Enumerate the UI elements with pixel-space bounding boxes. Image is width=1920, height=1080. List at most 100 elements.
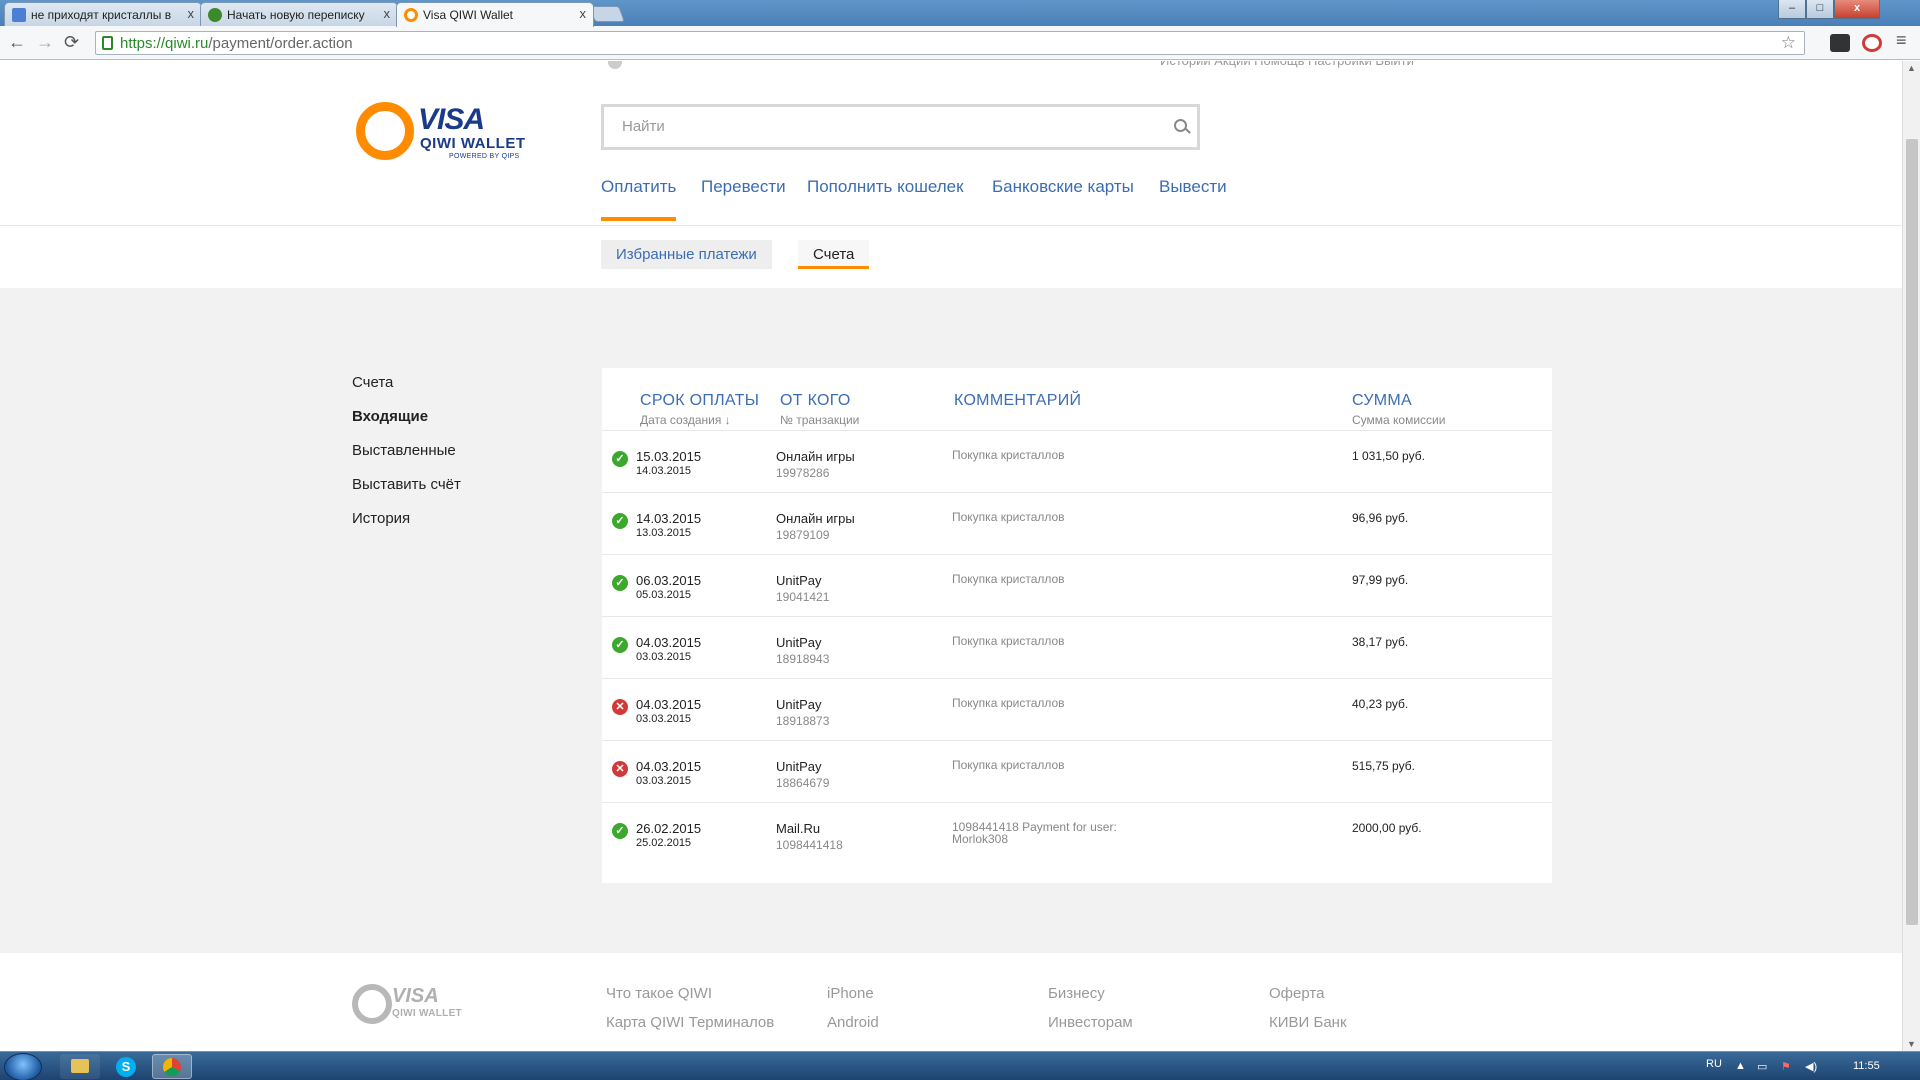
scroll-up-icon[interactable]: ▲	[1907, 63, 1916, 73]
header-title: КОММЕНТАРИЙ	[954, 392, 1082, 409]
table-row[interactable]: ✕ 04.03.2015 03.03.2015 UnitPay 18864679 Поку…	[602, 740, 1552, 802]
footer-link-iphone[interactable]: iPhone	[827, 985, 874, 1002]
search-icon[interactable]	[1174, 119, 1187, 132]
table-row[interactable]: ✓ 06.03.2015 05.03.2015 UnitPay 19041421 Поку…	[602, 554, 1552, 616]
payee-name: Онлайн игры	[776, 511, 855, 526]
table-row[interactable]: ✓ 04.03.2015 03.03.2015 UnitPay 18918943 Поку…	[602, 616, 1552, 678]
side-item-incoming[interactable]: Входящие	[352, 408, 461, 442]
footer-link-investors[interactable]: Инвесторам	[1048, 1014, 1133, 1031]
tab-title: Visa QIWI Wallet	[423, 8, 514, 22]
tab-close-icon[interactable]: x	[188, 6, 195, 21]
top-user-menu-cut[interactable]: Историй Акции Помощь Настройки Выйти	[1160, 61, 1414, 69]
visa-qiwi-wallet-logo[interactable]: VISA QIWI WALLET POWERED BY QIPS	[356, 99, 531, 163]
logo-visa-text: VISA	[418, 103, 485, 136]
side-item-create-invoice[interactable]: Выставить счёт	[352, 476, 461, 510]
table-row[interactable]: ✕ 04.03.2015 03.03.2015 UnitPay 18918873 Поку…	[602, 678, 1552, 740]
chrome-icon	[163, 1058, 181, 1076]
side-item-invoices[interactable]: Счета	[352, 374, 461, 408]
browser-tab-2[interactable]: Начать новую переписку x	[200, 2, 398, 26]
nav-pay[interactable]: Оплатить	[601, 177, 677, 221]
tab-invoices[interactable]: Счета	[798, 240, 870, 269]
page-scrollbar[interactable]: ▲ ▼	[1902, 61, 1920, 1051]
header-divider	[0, 225, 1902, 226]
nav-transfer[interactable]: Перевести	[701, 177, 786, 197]
side-item-issued[interactable]: Выставленные	[352, 442, 461, 476]
maximize-button[interactable]: □	[1806, 0, 1834, 19]
paid-check-icon: ✓	[612, 637, 628, 653]
language-indicator[interactable]: RU	[1706, 1058, 1722, 1070]
due-date: 04.03.2015	[636, 759, 702, 774]
start-button[interactable]	[4, 1053, 42, 1080]
back-icon[interactable]: ←	[8, 32, 26, 53]
transaction-number: 18918943	[776, 652, 830, 666]
chrome-menu-icon[interactable]: ≡	[1896, 30, 1907, 51]
due-date: 14.03.2015	[636, 511, 702, 526]
browser-tab-1[interactable]: не приходят кристаллы в x	[4, 2, 202, 26]
amount: 97,99 руб.	[1352, 573, 1409, 587]
forum-favicon-icon	[208, 8, 222, 22]
adblock-extension-icon[interactable]	[1862, 34, 1882, 52]
footer-link-what-is-qiwi[interactable]: Что такое QIWI	[606, 985, 712, 1002]
table-row[interactable]: ✓ 14.03.2015 13.03.2015 Онлайн игры 19879109…	[602, 492, 1552, 554]
header-subtitle: Дата создания ↓	[640, 413, 731, 427]
nav-topup[interactable]: Пополнить кошелек	[807, 177, 964, 197]
tab-close-icon[interactable]: x	[384, 6, 391, 21]
explorer-taskbar-button[interactable]	[60, 1054, 100, 1079]
footer-link-kiwi-bank[interactable]: КИВИ Банк	[1269, 1014, 1347, 1031]
tab-favorite-payments[interactable]: Избранные платежи	[601, 240, 772, 269]
volume-icon[interactable]: ◀)	[1805, 1060, 1817, 1073]
footer-logo[interactable]: VISA QIWI WALLET	[352, 984, 472, 1030]
column-header-comment[interactable]: КОММЕНТАРИЙ	[954, 392, 1081, 410]
close-window-button[interactable]: x	[1834, 0, 1880, 19]
footer-link-android[interactable]: Android	[827, 1014, 879, 1031]
footer-link-offer[interactable]: Оферта	[1269, 985, 1324, 1002]
bookmark-star-icon[interactable]: ☆	[1781, 33, 1796, 53]
column-header-due-date[interactable]: СРОК ОПЛАТЫ Дата создания ↓	[640, 392, 759, 427]
side-item-history[interactable]: История	[352, 510, 461, 544]
paid-check-icon: ✓	[612, 823, 628, 839]
comment: Покупка кристаллов	[952, 758, 1065, 772]
scroll-down-icon[interactable]: ▼	[1907, 1039, 1916, 1049]
skype-taskbar-button[interactable]: S	[106, 1054, 146, 1079]
due-date: 04.03.2015	[636, 697, 702, 712]
qiwi-q-icon	[356, 102, 414, 160]
folder-icon	[71, 1059, 89, 1073]
action-center-flag-icon[interactable]: ⚑	[1781, 1060, 1791, 1073]
table-row[interactable]: ✓ 15.03.2015 14.03.2015 Онлайн игры 19978286…	[602, 430, 1552, 492]
scrollbar-thumb[interactable]	[1906, 139, 1918, 925]
column-header-from[interactable]: ОТ КОГО № транзакции	[780, 392, 859, 427]
extension-icon[interactable]	[1830, 34, 1850, 52]
footer-link-business[interactable]: Бизнесу	[1048, 985, 1105, 1002]
network-icon[interactable]: ▭	[1757, 1060, 1767, 1073]
url-input[interactable]: https://qiwi.ru/payment/order.action ☆	[95, 31, 1805, 55]
browser-tab-3-active[interactable]: Visa QIWI Wallet x	[396, 2, 594, 27]
payee-name: UnitPay	[776, 573, 822, 588]
due-date: 15.03.2015	[636, 449, 702, 464]
minimize-button[interactable]: –	[1778, 0, 1806, 19]
due-date: 04.03.2015	[636, 635, 702, 650]
due-date: 06.03.2015	[636, 573, 702, 588]
address-bar-row: ← → ⟳ https://qiwi.ru/payment/order.acti…	[0, 26, 1920, 60]
new-tab-button[interactable]	[589, 6, 625, 22]
transaction-number: 19978286	[776, 466, 830, 480]
chrome-taskbar-button[interactable]	[152, 1054, 192, 1079]
show-hidden-icons-icon[interactable]: ▲	[1735, 1060, 1746, 1072]
header-subtitle: № транзакции	[780, 413, 860, 427]
created-date: 25.02.2015	[636, 837, 692, 849]
created-date: 14.03.2015	[636, 465, 692, 477]
tab-close-icon[interactable]: x	[580, 6, 587, 21]
clock[interactable]: 11:55	[1853, 1060, 1880, 1072]
page-viewport: Историй Акции Помощь Настройки Выйти VIS…	[0, 61, 1902, 1051]
table-row[interactable]: ✓ 26.02.2015 25.02.2015 Mail.Ru 1098441418 10…	[602, 802, 1552, 864]
nav-bank-cards[interactable]: Банковские карты	[992, 177, 1134, 197]
nav-withdraw[interactable]: Вывести	[1159, 177, 1227, 197]
search-input[interactable]	[604, 107, 1124, 145]
column-header-amount[interactable]: СУММА Сумма комиссии	[1352, 392, 1445, 427]
payee-name: Mail.Ru	[776, 821, 821, 836]
payee-name: Онлайн игры	[776, 449, 855, 464]
reload-icon[interactable]: ⟳	[64, 32, 79, 53]
created-date: 13.03.2015	[636, 527, 692, 539]
url-host: https://qiwi.ru	[120, 35, 209, 52]
footer-link-terminals-map[interactable]: Карта QIWI Терминалов	[606, 1014, 774, 1031]
forward-icon[interactable]: →	[36, 32, 54, 53]
